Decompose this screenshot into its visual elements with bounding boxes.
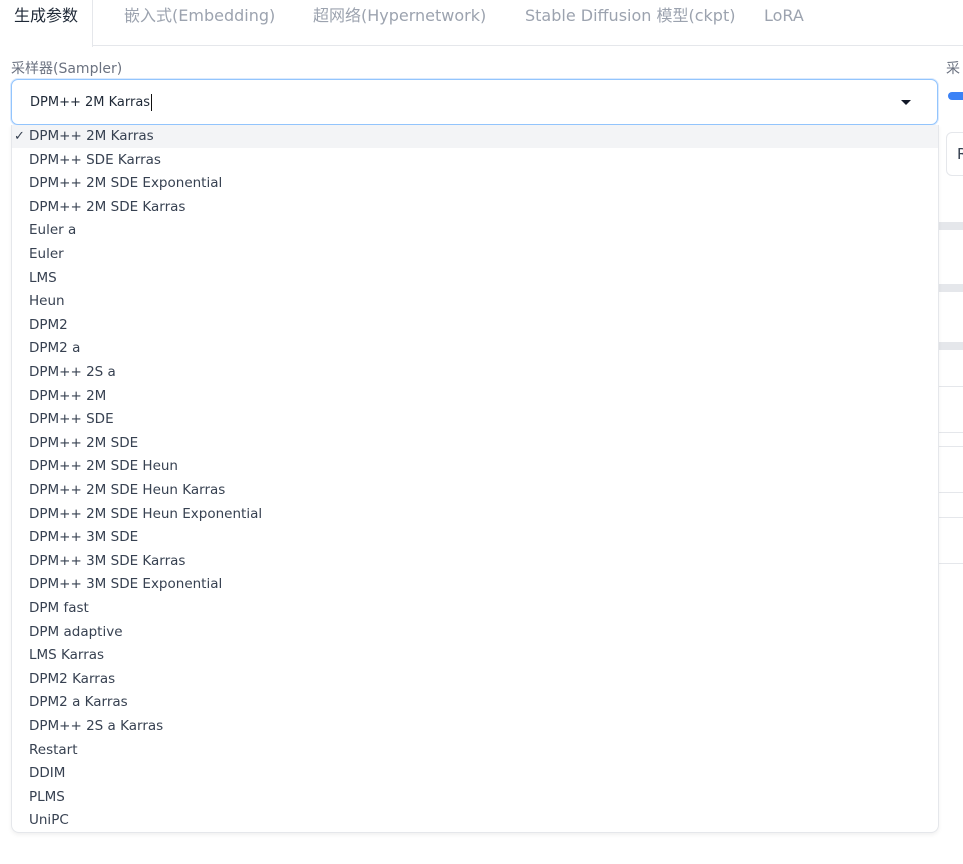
background-slider-track [938,342,963,350]
sampler-option-label: DPM++ 2M SDE Heun [29,458,178,475]
sampler-option-label: DPM++ 2S a Karras [29,718,164,734]
sampler-option-label: Euler a [29,222,77,239]
sampler-option[interactable]: DPM++ 2M SDE Heun [12,455,938,478]
divider [938,446,963,447]
sampler-option[interactable]: UniPC [12,809,938,832]
sampler-option-label: LMS [29,269,57,286]
text-caret [151,94,153,111]
sampler-option-label: DPM++ 2M [29,387,107,404]
sampler-option-label: LMS Karras [29,647,105,664]
right-panel-label: 采 [946,61,960,77]
sampler-option[interactable]: DPM2 a [12,337,938,360]
chevron-down-icon[interactable] [901,100,911,105]
sampler-option-label: DPM++ 2S a [29,364,116,380]
sampler-option[interactable]: Restart [12,739,938,762]
sampler-option[interactable]: DPM2 a Karras [12,691,938,714]
sampler-option-label: DPM++ 2M SDE [29,434,139,451]
sampler-option[interactable]: DPM++ SDE Karras [12,149,938,172]
sampler-option[interactable]: DPM++ 2M SDE Heun Exponential [12,503,938,526]
sampler-option-label: DPM++ SDE Karras [29,151,161,168]
divider [938,563,963,564]
sampler-option-label: DDIM [29,765,66,782]
sampler-option-label: Euler [29,246,64,262]
sampler-option-label: DPM++ 3M SDE Karras [29,552,186,569]
sampler-option[interactable]: PLMS [12,786,938,809]
sampler-option-label: DPM2 Karras [29,670,116,687]
sampler-option-label: DPM2 [29,316,68,333]
sampler-option-label: PLMS [29,788,65,805]
tab-generation-params[interactable]: 生成参数 [0,0,94,47]
sampler-option[interactable]: DPM2 [12,314,938,337]
sampler-option[interactable]: DPM++ 3M SDE Exponential [12,573,938,596]
sampler-option-label: DPM++ 3M SDE Exponential [29,576,223,593]
sampler-option-label: DPM fast [29,600,89,616]
sampler-select-value[interactable]: DPM++ 2M Karras [30,94,153,111]
sampler-option[interactable]: DPM++ 2S a Karras [12,715,938,738]
sampler-option-label: DPM2 a [29,340,81,357]
sampler-option[interactable]: DPM++ 2S a [12,361,938,384]
sampler-option[interactable]: DPM++ 3M SDE [12,526,938,549]
sampler-option[interactable]: DPM++ 2M [12,385,938,408]
tab-bar: 生成参数 嵌入式(Embedding) 超网络(Hypernetwork) St… [0,0,963,47]
checkmark-icon: ✓ [14,129,25,144]
tab-embedding[interactable]: 嵌入式(Embedding) [124,0,275,46]
tab-lora[interactable]: LoRA [764,0,804,46]
sampler-option[interactable]: ✓ DPM++ 2M Karras [12,125,938,148]
sampler-option-label: DPM++ 2M Karras [29,128,154,144]
sampler-option[interactable]: DDIM [12,762,938,785]
divider [938,386,963,387]
sampler-option-label: DPM adaptive [29,623,123,640]
sampler-option[interactable]: LMS [12,267,938,290]
sampler-option[interactable]: DPM++ 2M SDE Exponential [12,172,938,195]
sampler-option[interactable]: DPM++ 2M SDE Karras [12,196,938,219]
sampler-option[interactable]: Heun [12,290,938,313]
sampler-option[interactable]: DPM++ SDE [12,408,938,431]
sampler-option-label: DPM++ 2M SDE Karras [29,198,186,215]
sampler-option[interactable]: DPM++ 2M SDE Heun Karras [12,479,938,502]
sampler-option-label: UniPC [29,812,69,829]
tab-stable-diffusion-ckpt[interactable]: Stable Diffusion 模型(ckpt) [525,0,735,46]
sampler-option-label: Heun [29,293,65,310]
sampler-option-label: DPM++ 2M SDE Heun Karras [29,482,226,498]
right-panel-field[interactable]: R [946,132,963,176]
divider [938,432,963,433]
background-slider-track [938,222,963,230]
sampler-option-label: DPM++ 3M SDE [29,529,139,546]
tab-hypernetwork[interactable]: 超网络(Hypernetwork) [313,0,486,46]
sampler-option-label: DPM2 a Karras [29,694,128,711]
sampler-option-label: Restart [29,741,78,758]
sampler-label: 采样器(Sampler) [11,61,123,77]
sampler-option[interactable]: Euler [12,243,938,266]
sampler-option[interactable]: Euler a [12,219,938,242]
sampler-option-label: DPM++ 2M SDE Heun Exponential [29,505,263,522]
sampler-option[interactable]: DPM++ 2M SDE [12,432,938,455]
sampler-option[interactable]: DPM2 Karras [12,668,938,691]
background-slider-track [938,284,963,292]
sampler-option[interactable]: LMS Karras [12,644,938,667]
sampler-dropdown-list: ✓ DPM++ 2M Karras DPM++ SDE Karras DPM++ 2M… [11,125,939,833]
sampler-option-label: DPM++ SDE [29,411,114,428]
sampler-option-label: DPM++ 2M SDE Exponential [29,175,223,192]
divider [938,517,963,518]
right-slider-track[interactable] [948,92,963,100]
sampler-select[interactable]: DPM++ 2M Karras [11,79,938,125]
sampler-option[interactable]: DPM adaptive [12,621,938,644]
sampler-option[interactable]: DPM++ 3M SDE Karras [12,550,938,573]
sampler-option[interactable]: DPM fast [12,597,938,620]
divider [938,492,963,493]
